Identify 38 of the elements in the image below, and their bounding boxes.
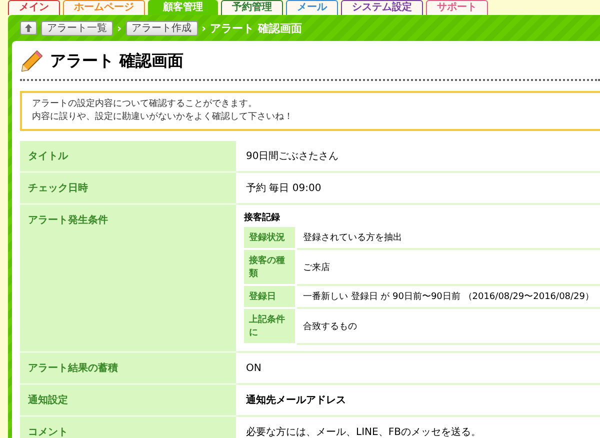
page-title: アラート 確認画面 bbox=[50, 50, 184, 72]
breadcrumb-link[interactable]: アラート一覧 bbox=[41, 20, 113, 36]
home-button[interactable] bbox=[20, 21, 37, 35]
field-label: タイトル bbox=[20, 141, 237, 172]
condition-value: 合致するもの bbox=[296, 308, 600, 344]
field-value: 通知先メールアドレス bbox=[237, 384, 600, 416]
condition-label: 登録状況 bbox=[244, 227, 296, 249]
nav-tab[interactable]: 顧客管理 bbox=[148, 0, 218, 15]
breadcrumb-separator: › bbox=[202, 22, 206, 34]
pencil-icon bbox=[20, 49, 44, 73]
notice-text: アラートの設定内容について確認することができます。 bbox=[32, 98, 258, 111]
nav-tab[interactable]: メイン bbox=[8, 0, 60, 15]
field-value: 予約 毎日 09:00 bbox=[237, 172, 600, 204]
field-label: アラート結果の蓄積 bbox=[20, 352, 237, 384]
nav-tab[interactable]: システム設定 bbox=[341, 0, 423, 15]
field-label: コメント bbox=[20, 416, 237, 438]
field-value: ON bbox=[237, 352, 600, 384]
notice-text: 内容に誤りや、設定に勘違いがないかをよく確認して下さいね！ bbox=[32, 111, 294, 124]
condition-label: 上記条件に bbox=[244, 308, 296, 344]
field-label: 通知設定 bbox=[20, 384, 237, 416]
field-label: チェック日時 bbox=[20, 172, 237, 204]
field-value: 必要な方には、メール、LINE、FBのメッセを送る。 bbox=[237, 416, 600, 438]
nav-tab[interactable]: ホームページ bbox=[63, 0, 145, 15]
condition-label: 接客の種類 bbox=[244, 249, 296, 285]
nav-tab[interactable]: 予約管理 bbox=[221, 0, 283, 15]
breadcrumb-separator: › bbox=[117, 22, 122, 34]
condition-value: 一番新しい 登録日 が 90日前〜90日前 （2016/08/29〜2016/08/29） bbox=[296, 285, 600, 308]
condition-label: 登録日 bbox=[244, 285, 296, 308]
condition-heading: 接客記録 bbox=[244, 211, 281, 224]
up-arrow-icon bbox=[24, 23, 33, 33]
nav-tab[interactable]: メール bbox=[286, 0, 338, 15]
nav-tab[interactable]: サポート bbox=[426, 0, 488, 15]
breadcrumb-link[interactable]: アラート作成 bbox=[126, 20, 198, 36]
field-value: 90日間ごぶさたさん bbox=[237, 141, 600, 172]
condition-value: 登録されている方を抽出 bbox=[296, 227, 600, 249]
field-label: アラート発生条件 bbox=[20, 204, 237, 352]
condition-value: ご来店 bbox=[296, 249, 600, 285]
breadcrumb-current: アラート 確認画面 bbox=[210, 20, 302, 36]
